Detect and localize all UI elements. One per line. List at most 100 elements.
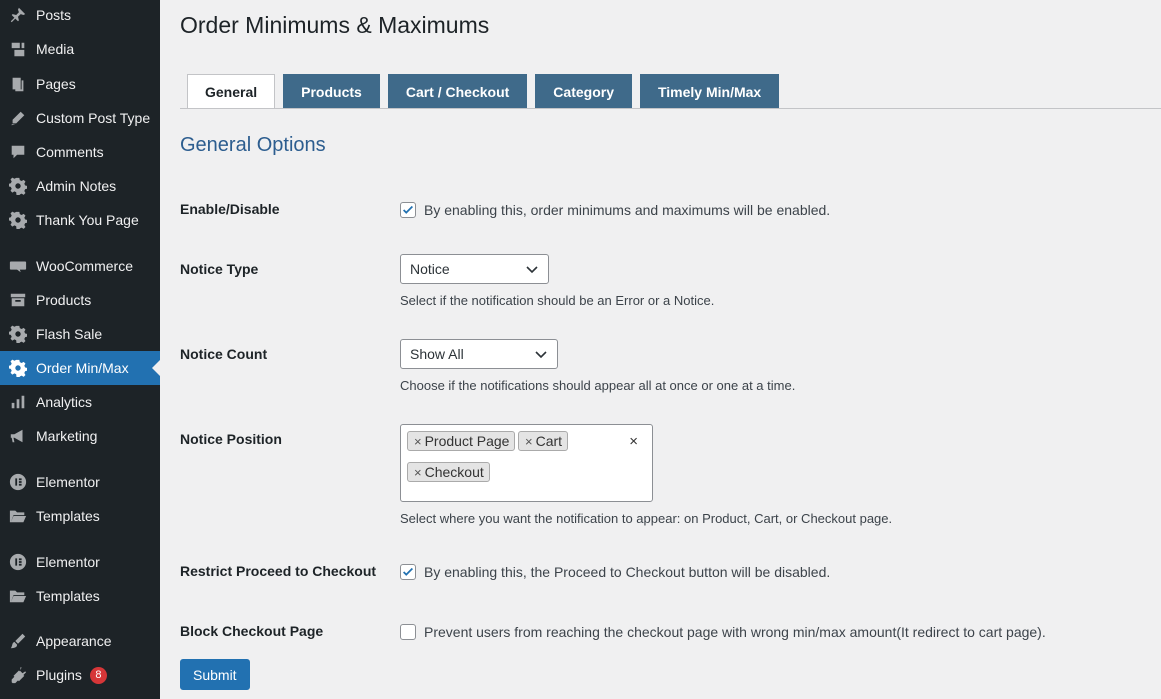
elementor-icon [0,553,36,571]
sidebar-item-elementor[interactable]: Elementor [0,465,160,499]
restrict-field: By enabling this, the Proceed to Checkou… [400,564,830,580]
tab-timely-min-max[interactable]: Timely Min/Max [639,74,780,109]
notice-position-label: Notice Position [180,431,282,447]
sidebar-item-label: Products [36,292,92,308]
chip-label: Checkout [424,464,484,480]
sidebar-item-woocommerce[interactable]: WooCommerce [0,249,160,283]
sidebar-item-label: Elementor [36,474,100,490]
sidebar-item-label: Templates [36,508,100,524]
gear-icon [0,211,36,229]
checkmark-icon [403,567,413,576]
settings-tabs: General Products Cart / Checkout Categor… [187,74,787,109]
gear-icon [0,359,36,377]
sidebar-item-comments[interactable]: Comments [0,135,160,169]
tab-category[interactable]: Category [535,74,632,109]
notice-type-select[interactable]: Notice [400,254,549,284]
bar-chart-icon [0,393,36,411]
notice-count-select[interactable]: Show All [400,339,558,369]
tabs-divider [180,108,1161,109]
tab-products[interactable]: Products [283,74,380,109]
chevron-down-icon [526,266,538,274]
sidebar-item-flash-sale[interactable]: Flash Sale [0,317,160,351]
notice-position-field: × Product Page × Cart × Checkout × Selec… [400,424,892,526]
tab-cart-checkout[interactable]: Cart / Checkout [387,74,528,109]
sidebar-item-label: Flash Sale [36,326,103,342]
sidebar-item-label: Custom Post Type [36,110,151,126]
sidebar-item-label: Templates [36,588,100,604]
tab-general[interactable]: General [187,74,276,109]
sidebar-item-label: Analytics [36,394,93,410]
chevron-down-icon [535,351,547,359]
archive-icon [0,291,36,309]
restrict-checkbox[interactable] [400,564,416,580]
enable-field: By enabling this, order minimums and max… [400,202,830,218]
sidebar-item-label: Thank You Page [36,212,139,228]
pages-icon [0,75,36,93]
sidebar-item-custom-post-type[interactable]: Custom Post Type [0,101,160,135]
sidebar-item-label: Posts [36,7,72,23]
chip-cart: × Cart [518,431,569,451]
sidebar-item-label: Plugins [36,667,82,683]
block-label: Block Checkout Page [180,623,324,639]
sidebar-item-admin-notes[interactable]: Admin Notes [0,169,160,203]
notice-position-multiselect[interactable]: × Product Page × Cart × Checkout × [400,424,653,502]
gear-icon [0,177,36,195]
notice-type-desc: Select if the notification should be an … [400,293,715,308]
checkmark-icon [403,205,413,214]
section-title: General Options [180,134,326,156]
notice-type-field: Notice Select if the notification should… [400,254,714,308]
submit-button[interactable]: Submit [180,659,250,690]
notice-count-field: Show All Choose if the notifications sho… [400,339,795,393]
block-text: Prevent users from reaching the checkout… [424,624,1046,640]
restrict-text: By enabling this, the Proceed to Checkou… [424,564,831,580]
sidebar-item-label: Pages [36,76,76,92]
block-checkbox[interactable] [400,624,416,640]
notice-count-value: Show All [410,346,464,362]
sidebar-item-thank-you-page[interactable]: Thank You Page [0,203,160,237]
megaphone-icon [0,427,36,445]
media-icon [0,40,36,58]
chip-remove-icon[interactable]: × [414,434,422,449]
sidebar-item-label: Admin Notes [36,178,117,194]
notice-count-label: Notice Count [180,346,268,362]
sidebar-item-label: Elementor [36,554,100,570]
update-count-badge: 8 [89,666,107,684]
comment-icon [0,143,36,161]
block-field: Prevent users from reaching the checkout… [400,624,1046,640]
chip-checkout: × Checkout [407,462,490,482]
sidebar-item-products[interactable]: Products [0,283,160,317]
enable-checkbox[interactable] [400,202,416,218]
sidebar-item-pages[interactable]: Pages [0,67,160,101]
sidebar-item-label: Appearance [36,633,112,649]
notice-position-desc: Select where you want the notification t… [400,511,893,526]
sidebar-item-label: Order Min/Max [36,360,129,376]
restrict-label: Restrict Proceed to Checkout [180,563,377,579]
sidebar-item-posts[interactable]: Posts [0,0,160,32]
sidebar-item-templates-2[interactable]: Templates [0,579,160,613]
clear-all-icon[interactable]: × [629,433,638,450]
pin-icon [0,6,36,24]
sidebar-item-analytics[interactable]: Analytics [0,385,160,419]
chip-remove-icon[interactable]: × [414,465,422,480]
notice-type-value: Notice [410,261,450,277]
elementor-icon [0,473,36,491]
sidebar-item-templates[interactable]: Templates [0,499,160,533]
sidebar-item-media[interactable]: Media [0,32,160,66]
chip-label: Product Page [424,433,510,449]
notice-count-desc: Choose if the notifications should appea… [400,378,796,393]
sidebar-item-order-min-max[interactable]: Order Min/Max [0,351,160,385]
sidebar-item-appearance[interactable]: Appearance [0,624,160,658]
sidebar-item-marketing[interactable]: Marketing [0,419,160,453]
sidebar-item-plugins[interactable]: Plugins 8 [0,658,160,692]
sidebar-item-elementor-2[interactable]: Elementor [0,545,160,579]
page-title: Order Minimums & Maximums [180,12,490,38]
enable-label: Enable/Disable [180,201,280,217]
brush-icon [0,632,36,650]
woo-icon [0,257,36,275]
plug-icon [0,666,36,684]
folder-icon [0,587,36,605]
enable-text: By enabling this, order minimums and max… [424,202,831,218]
chip-label: Cart [535,433,563,449]
chip-remove-icon[interactable]: × [525,434,533,449]
chip-product-page: × Product Page [407,431,516,451]
